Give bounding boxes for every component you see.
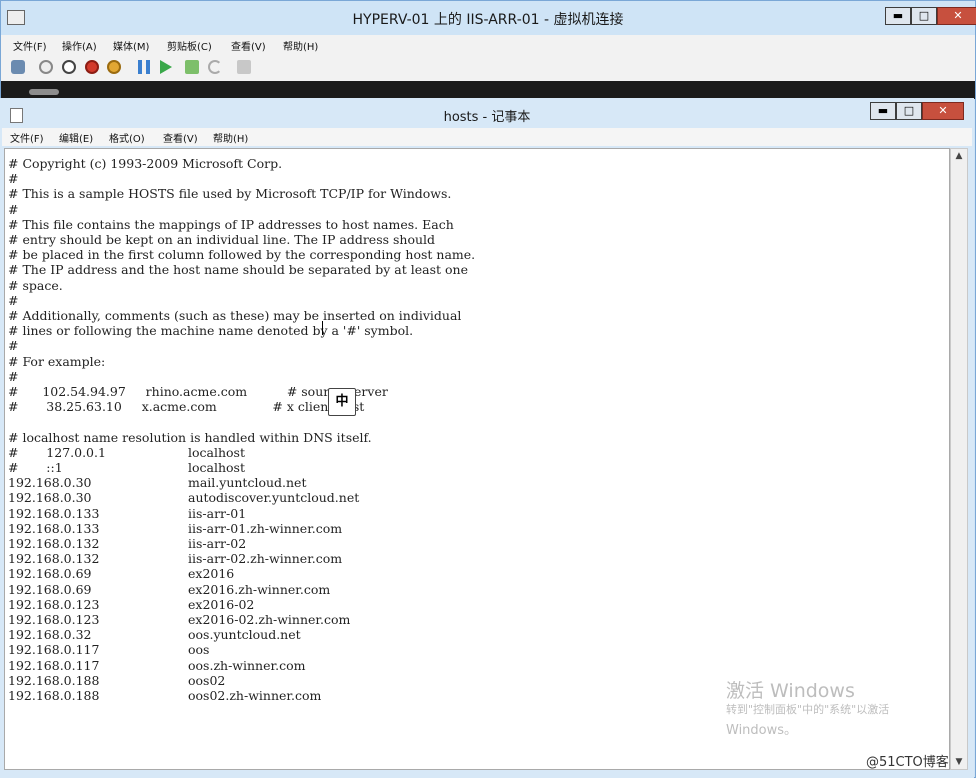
- vm-screen-fragment: [29, 89, 59, 95]
- start-icon[interactable]: [39, 60, 53, 74]
- hosts-entry-hostname: oos02: [188, 672, 226, 688]
- hosts-entry-ip: 192.168.0.69: [8, 566, 92, 582]
- text-caret: [322, 321, 323, 335]
- hosts-entry-ip: 192.168.0.117: [8, 642, 100, 658]
- activation-watermark-title: 激活 Windows: [726, 680, 855, 702]
- hosts-comment-line: #: [8, 292, 19, 308]
- hosts-comment-line: # Additionally, comments (such as these)…: [8, 308, 462, 323]
- notepad-menu-help[interactable]: 帮助(H): [213, 130, 248, 145]
- hosts-entry-ip: 192.168.0.133: [8, 520, 100, 536]
- hosts-entry-hostname: oos.zh-winner.com: [188, 657, 306, 673]
- hosts-entry-ip: 192.168.0.30: [8, 475, 92, 491]
- checkpoint-icon[interactable]: [185, 60, 199, 74]
- hosts-entry-hostname: iis-arr-01.zh-winner.com: [188, 520, 343, 536]
- shutdown-icon[interactable]: [85, 60, 99, 74]
- hosts-entry-hostname: ex2016.zh-winner.com: [188, 581, 331, 597]
- hosts-comment-line: #: [8, 338, 19, 354]
- hosts-comment-line: # space.: [8, 277, 63, 293]
- notepad-maximize-button[interactable]: □: [896, 102, 922, 120]
- vm-menu-clipboard[interactable]: 剪贴板(C): [167, 38, 212, 53]
- hosts-comment-line: # entry should be kept on an individual …: [8, 232, 436, 247]
- notepad-menu-edit[interactable]: 编辑(E): [59, 130, 93, 145]
- hosts-entry-hostname: autodiscover.yuntcloud.net: [188, 490, 360, 506]
- enhanced-session-icon[interactable]: [237, 60, 251, 74]
- hosts-entry-ip: 192.168.0.123: [8, 596, 100, 612]
- notepad-title: hosts - 记事本: [443, 110, 531, 125]
- hosts-entry-ip: 192.168.0.188: [8, 688, 100, 703]
- vm-toolbar: [1, 55, 975, 82]
- hosts-comment-line: #: [8, 201, 19, 217]
- hosts-comment-line: # The IP address and the host name shoul…: [8, 262, 468, 278]
- vm-menu-file[interactable]: 文件(F): [13, 38, 47, 53]
- save-icon[interactable]: [107, 60, 121, 74]
- hosts-entry-hostname: iis-arr-02.zh-winner.com: [188, 551, 343, 567]
- hosts-comment-line: #: [8, 368, 19, 384]
- hosts-entry-ip: 192.168.0.123: [8, 612, 100, 627]
- hosts-comment-line: # 38.25.63.10 x.acme.com # x client host: [8, 399, 365, 415]
- hosts-comment-line: # be placed in the first column followed…: [8, 247, 476, 263]
- hosts-comment-line: # Copyright (c) 1993-2009 Microsoft Corp…: [8, 156, 283, 171]
- hosts-entry-hostname: oos.yuntcloud.net: [188, 627, 301, 643]
- notepad-close-button[interactable]: ✕: [922, 102, 964, 120]
- scroll-up-icon[interactable]: ▲: [953, 151, 965, 161]
- hosts-entry-ip: 192.168.0.132: [8, 551, 100, 567]
- turn-off-icon[interactable]: [62, 60, 76, 74]
- hosts-entry-hostname: iis-arr-02: [188, 536, 247, 551]
- vm-menu-bar: 文件(F) 操作(A) 媒体(M) 剪贴板(C) 查看(V) 帮助(H): [1, 35, 975, 55]
- vm-window-title: HYPERV-01 上的 IIS-ARR-01 - 虚拟机连接: [352, 12, 624, 28]
- hosts-entry-hostname: ex2016-02: [188, 596, 255, 612]
- hosts-entry-hostname: oos02.zh-winner.com: [188, 688, 322, 703]
- hosts-comment-line: # lines or following the machine name de…: [8, 323, 414, 339]
- revert-icon[interactable]: [208, 60, 222, 74]
- vm-menu-view[interactable]: 查看(V): [231, 38, 266, 53]
- activation-watermark-text-2: Windows。: [726, 723, 798, 738]
- hosts-entry-ip: # ::1: [8, 460, 63, 475]
- reset-icon[interactable]: [160, 60, 172, 74]
- ime-indicator[interactable]: 中: [328, 388, 356, 416]
- hosts-entry-ip: 192.168.0.69: [8, 581, 92, 597]
- notepad-menu-view[interactable]: 查看(V): [163, 130, 198, 145]
- hosts-entry-ip: 192.168.0.132: [8, 536, 100, 551]
- vm-menu-media[interactable]: 媒体(M): [113, 38, 149, 53]
- hosts-entry-hostname: localhost: [188, 460, 245, 475]
- blog-credit: @51CTO博客: [866, 755, 949, 770]
- hosts-entry-ip: 192.168.0.32: [8, 627, 92, 643]
- vm-close-button[interactable]: ✕: [937, 7, 976, 25]
- notepad-menu-file[interactable]: 文件(F): [10, 130, 44, 145]
- hosts-entry-ip: 192.168.0.188: [8, 672, 100, 688]
- vm-screen-top: [1, 81, 975, 99]
- vm-minimize-button[interactable]: ▬: [885, 7, 911, 25]
- hosts-comment-line: # For example:: [8, 353, 106, 369]
- hosts-entry-hostname: ex2016: [188, 566, 235, 582]
- activation-watermark-text: 转到"控制面板"中的"系统"以激活: [726, 703, 890, 716]
- hosts-comment-line: # This file contains the mappings of IP …: [8, 216, 454, 232]
- vm-menu-action[interactable]: 操作(A): [62, 38, 97, 53]
- notepad-minimize-button[interactable]: ▬: [870, 102, 896, 120]
- notepad-menu-bar: 文件(F) 编辑(E) 格式(O) 查看(V) 帮助(H): [2, 128, 972, 146]
- vm-maximize-button[interactable]: □: [911, 7, 937, 25]
- vertical-scrollbar[interactable]: ▲ ▼: [950, 148, 968, 770]
- notepad-menu-format[interactable]: 格式(O): [109, 130, 145, 145]
- hosts-entry-hostname: localhost: [188, 444, 245, 460]
- hosts-entry-hostname: mail.yuntcloud.net: [188, 475, 307, 491]
- hosts-entry-hostname: iis-arr-01: [188, 505, 247, 521]
- hosts-entry-ip: # 127.0.0.1: [8, 444, 106, 460]
- hosts-entry-ip: 192.168.0.30: [8, 490, 92, 506]
- vm-title-bar[interactable]: HYPERV-01 上的 IIS-ARR-01 - 虚拟机连接 ▬ □ ✕: [1, 1, 976, 33]
- ctrl-alt-del-icon[interactable]: [11, 60, 25, 74]
- pause-icon[interactable]: [138, 60, 150, 74]
- vm-menu-help[interactable]: 帮助(H): [283, 38, 318, 53]
- hosts-entry-hostname: ex2016-02.zh-winner.com: [188, 612, 351, 627]
- hosts-entry-hostname: oos: [188, 642, 210, 658]
- hosts-comment-line: #: [8, 171, 19, 187]
- hosts-entry-ip: 192.168.0.117: [8, 657, 100, 673]
- hosts-comment-line: # This is a sample HOSTS file used by Mi…: [8, 186, 452, 202]
- hosts-entry-ip: 192.168.0.133: [8, 505, 100, 521]
- hosts-comment-line: # localhost name resolution is handled w…: [8, 429, 372, 445]
- scroll-down-icon[interactable]: ▼: [953, 757, 965, 767]
